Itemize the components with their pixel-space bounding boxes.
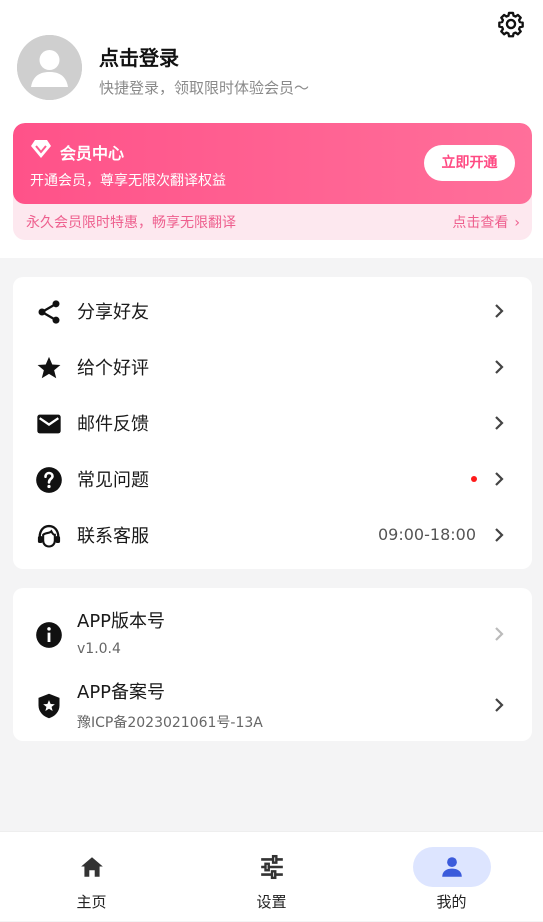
icp-number: 豫ICP备2023021061号-13A xyxy=(77,715,263,731)
nav-label: 设置 xyxy=(256,893,287,911)
app-info-card: APP版本号 v1.0.4 APP备案号 豫ICP备2023021061号-13… xyxy=(13,588,532,741)
default-avatar-icon xyxy=(17,35,82,100)
menu-label: 邮件反馈 xyxy=(77,414,149,435)
vip-description: 开通会员，尊享无限次翻译权益 xyxy=(30,173,226,189)
chevron-right-icon xyxy=(495,472,504,486)
home-icon xyxy=(80,857,103,877)
login-title[interactable]: 点击登录 xyxy=(99,42,179,71)
chevron-right-icon xyxy=(495,416,504,430)
info-label: APP版本号 xyxy=(77,611,166,632)
person-icon xyxy=(441,857,462,877)
vip-card[interactable]: 会员中心 开通会员，尊享无限次翻译权益 立即开通 xyxy=(13,123,532,204)
chevron-right-icon xyxy=(495,304,504,318)
shield-star-icon xyxy=(38,693,60,719)
nav-settings[interactable]: 设置 xyxy=(181,832,362,922)
menu-item-email[interactable]: 邮件反馈 xyxy=(13,395,532,451)
login-subtitle: 快捷登录，领取限时体验会员～ xyxy=(99,79,310,97)
menu-item-share[interactable]: 分享好友 xyxy=(13,283,532,339)
settings-gear-icon[interactable] xyxy=(497,10,525,38)
nav-mine[interactable]: 我的 xyxy=(361,832,542,922)
help-icon xyxy=(36,467,62,493)
menu-item-rate[interactable]: 给个好评 xyxy=(13,339,532,395)
share-icon xyxy=(38,300,60,324)
nav-label: 我的 xyxy=(436,893,467,911)
profile-header: 点击登录 快捷登录，领取限时体验会员～ 会员中心 开通会员，尊享无限次翻译权益 … xyxy=(0,0,543,258)
info-item-version[interactable]: APP版本号 v1.0.4 xyxy=(13,594,532,664)
diamond-icon xyxy=(31,140,51,158)
info-icon xyxy=(36,622,62,648)
menu-label: 给个好评 xyxy=(77,358,149,379)
sliders-icon xyxy=(260,854,283,880)
avatar[interactable] xyxy=(17,35,82,100)
chevron-right-icon xyxy=(495,698,504,712)
chevron-right-icon xyxy=(495,627,504,641)
nav-label: 主页 xyxy=(76,893,107,911)
menu-item-faq[interactable]: 常见问题 xyxy=(13,451,532,507)
menu-label: 常见问题 xyxy=(77,470,149,491)
notification-dot xyxy=(471,476,477,482)
vip-section: 会员中心 开通会员，尊享无限次翻译权益 立即开通 永久会员限时特惠，畅享无限翻译… xyxy=(13,123,532,240)
info-item-icp[interactable]: APP备案号 豫ICP备2023021061号-13A xyxy=(13,665,532,735)
info-label: APP备案号 xyxy=(77,682,166,703)
chevron-right-icon xyxy=(495,360,504,374)
menu-label: 联系客服 xyxy=(77,526,149,547)
menu-card: 分享好友 给个好评 邮件反馈 常见问题 联系客服 09:00-18:00 xyxy=(13,277,532,569)
app-version: v1.0.4 xyxy=(77,641,121,657)
bottom-nav: 主页 设置 我的 xyxy=(0,831,543,921)
chevron-right-icon: › xyxy=(514,215,520,231)
menu-label: 分享好友 xyxy=(77,302,149,323)
headset-icon xyxy=(37,524,61,548)
star-icon xyxy=(37,356,61,379)
open-vip-button[interactable]: 立即开通 xyxy=(424,145,515,181)
mail-icon xyxy=(37,414,61,434)
chevron-right-icon xyxy=(495,528,504,542)
menu-item-support[interactable]: 联系客服 09:00-18:00 xyxy=(13,507,532,563)
support-hours: 09:00-18:00 xyxy=(378,525,476,544)
vip-title: 会员中心 xyxy=(60,144,125,163)
vip-promo-text: 永久会员限时特惠，畅享无限翻译 xyxy=(26,215,236,231)
vip-more-link[interactable]: 点击查看 › xyxy=(452,212,520,232)
vip-more-label: 点击查看 xyxy=(452,215,509,231)
nav-home[interactable]: 主页 xyxy=(1,832,182,922)
